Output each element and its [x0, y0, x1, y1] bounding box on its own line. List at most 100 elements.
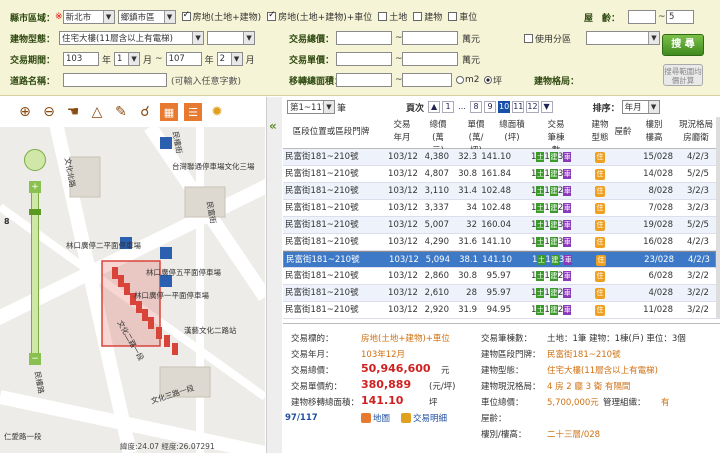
chevron-down-icon: ▼	[323, 101, 334, 113]
type-checkbox[interactable]	[267, 10, 277, 21]
page-link[interactable]: 12	[526, 100, 539, 113]
area-from-input[interactable]	[336, 73, 392, 87]
type-option[interactable]: 車位	[448, 10, 477, 23]
zoom-in-icon[interactable]: ⊕	[16, 103, 34, 121]
month-to-select[interactable]: 2 ▼	[216, 52, 243, 66]
collapse-panel-button[interactable]: «	[266, 97, 282, 453]
grid-icon[interactable]: ▦	[160, 103, 178, 121]
page-link[interactable]: 8	[470, 100, 483, 113]
search-button[interactable]: 搜 尋	[662, 34, 704, 56]
use-zone-select[interactable]: ▼	[586, 31, 660, 45]
month-from-select[interactable]: 1 ▼	[114, 52, 141, 66]
type-checkbox[interactable]	[378, 12, 388, 21]
cell-area: 141.10	[481, 152, 511, 162]
detail-link[interactable]: 交易明細	[401, 412, 447, 424]
search-row-3: 交易期間： 103 年 1 ▼ 月 ~ 107 年 2 ▼ 月 交易單價： ~ 萬元	[0, 50, 720, 68]
type-option[interactable]: 房地(土地+建物)+車位	[267, 10, 372, 23]
type-option[interactable]: 建物	[413, 10, 442, 23]
type-checkbox[interactable]	[181, 10, 191, 21]
building-type-label: 建物型態：	[10, 34, 56, 45]
detail-layout-label: 建物現況格局：	[481, 382, 541, 392]
measure-icon[interactable]: △	[88, 103, 106, 121]
zoom-out-icon[interactable]: ⊖	[40, 103, 58, 121]
table-row[interactable]: 民富街181~210號 103/12 3,110 31.4 102.48 8/028 3/2…	[283, 183, 716, 200]
sort-select[interactable]: 年月 ▼	[621, 100, 660, 114]
cell-layout: 3/2/2	[687, 288, 709, 298]
type-option[interactable]: 土地	[378, 10, 407, 23]
cell-date: 103/12	[389, 255, 419, 265]
th-floor[interactable]: 樓別樓高	[643, 119, 665, 145]
type-option[interactable]: 房地(土地+建物)	[181, 10, 261, 23]
total-price-to-input[interactable]	[402, 31, 458, 45]
total-price-from-input[interactable]	[336, 31, 392, 45]
type-checkbox[interactable]	[448, 12, 458, 21]
county-select[interactable]: 新北市 ▼	[62, 10, 115, 24]
identify-icon[interactable]: ☌	[136, 103, 154, 121]
cell-layout: 3/2/2	[687, 271, 709, 281]
cell-floor: 23/028	[644, 255, 674, 265]
year-to-input[interactable]: 107	[165, 52, 202, 66]
detail-parking-label: 車位總價：	[481, 398, 524, 408]
page-link[interactable]: 11	[512, 100, 525, 113]
age-from-input[interactable]	[628, 10, 656, 24]
unit-ping-option[interactable]: 坪	[484, 74, 502, 87]
first-page-icon[interactable]: ▲	[428, 101, 441, 113]
county-label: 縣市區域：	[10, 13, 56, 24]
tag-park: 車	[563, 219, 572, 230]
th-age[interactable]: 屋齡	[613, 126, 633, 139]
road-input[interactable]	[63, 73, 168, 87]
zoom-minus-icon[interactable]: −	[29, 353, 41, 365]
table-row[interactable]: 民富街181~210號 103/12 5,094 38.1 141.10 23/028 4/…	[283, 251, 716, 268]
area-to-input[interactable]	[402, 73, 452, 87]
type-checkbox[interactable]	[413, 12, 423, 21]
period-label: 交易期間：	[10, 55, 56, 66]
year-from-input[interactable]: 103	[63, 52, 100, 66]
th-btype[interactable]: 建物型態	[589, 119, 611, 145]
page-link[interactable]: 9	[484, 100, 497, 113]
settings-icon[interactable]: ✹	[208, 103, 226, 121]
unit-m2-option[interactable]: m2	[456, 75, 480, 85]
table-scrollbar[interactable]	[716, 117, 720, 319]
pan-control[interactable]	[24, 149, 46, 171]
table-row[interactable]: 民富街181~210號 103/12 4,290 31.6 141.10 16/028 4/…	[283, 234, 716, 251]
map-label: 仁愛路一段	[4, 432, 42, 441]
draw-icon[interactable]: ✎	[112, 103, 130, 121]
table-row[interactable]: 民富街181~210號 103/12 2,860 30.8 95.97 6/028 3/2/…	[283, 268, 716, 285]
next-page-icon[interactable]: ▼	[540, 101, 553, 113]
radio-on-icon[interactable]	[484, 76, 492, 84]
age-to-input[interactable]: 5	[666, 10, 694, 24]
th-addr[interactable]: 區段位置或區段門牌	[287, 126, 375, 139]
range-select[interactable]: 第1~117 ▼	[287, 100, 335, 114]
th-area[interactable]: 總面積(坪)	[497, 119, 527, 145]
detail-icon	[401, 413, 411, 423]
building-type-select[interactable]: 住宅大樓(11層含以上有電梯) ▼	[59, 31, 205, 45]
th-layout[interactable]: 現況格局房廳衛	[679, 119, 713, 145]
zoom-plus-icon[interactable]: +	[29, 181, 41, 193]
table-row[interactable]: 民富街181~210號 103/12 5,007 32 160.04 19/028 5/2/…	[283, 217, 716, 234]
map-link[interactable]: 地圖	[361, 412, 390, 424]
county-value: 新北市	[65, 13, 92, 23]
map-panel[interactable]: + − 8 林口廣停二平面停車場 林口廣停五平面停車場 台灣聯通停車場文化三場 …	[0, 97, 265, 453]
page-link[interactable]: 1	[442, 100, 455, 113]
table-row[interactable]: 民富街181~210號 103/12 2,610 28 95.97 4/028 3/2/2 1…	[283, 285, 716, 302]
layer-icon[interactable]: ☰	[184, 103, 202, 121]
table-row[interactable]: 民富街181~210號 103/12 4,807 30.8 161.84 14/028 5/…	[283, 166, 716, 183]
pan-hand-icon[interactable]: ☚	[64, 103, 82, 121]
radio-off-icon[interactable]	[456, 76, 464, 84]
zoom-thumb[interactable]	[29, 209, 41, 215]
use-zone-checkbox[interactable]	[524, 33, 533, 43]
district-select[interactable]: 鄉鎮市區 ▼	[117, 10, 176, 24]
unit-price-to-input[interactable]	[402, 52, 458, 66]
table-row[interactable]: 民富街181~210號 103/12 2,920 31.9 94.95 11/028 3/2…	[283, 302, 716, 319]
cell-total: 2,860	[424, 271, 449, 281]
page-link[interactable]: 10	[498, 100, 511, 113]
unit-price-from-input[interactable]	[336, 52, 392, 66]
tag-bldg: 建	[549, 219, 558, 230]
tag-bldg: 建	[550, 254, 559, 265]
floor-select[interactable]: ▼	[207, 31, 256, 45]
reset-range-button[interactable]: 搜尋範圍均價計算	[663, 64, 703, 86]
table-row[interactable]: 民富街181~210號 103/12 3,337 34 102.48 7/028 3/2/3…	[283, 200, 716, 217]
table-row[interactable]: 民富街181~210號 103/12 4,380 32.3 141.10 15/028 4/…	[283, 149, 716, 166]
use-zone-option[interactable]: 使用分區	[524, 32, 571, 45]
th-date[interactable]: 交易年月	[391, 119, 413, 145]
